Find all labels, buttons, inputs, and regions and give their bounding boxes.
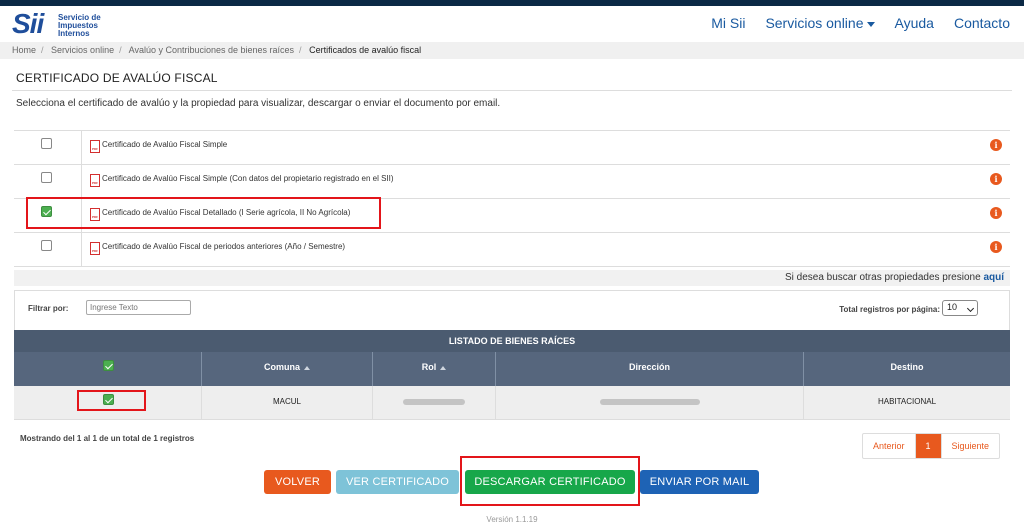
highlight-selected-row	[77, 390, 146, 411]
select-all-checkbox[interactable]	[103, 360, 114, 371]
info-icon[interactable]: i	[990, 173, 1002, 185]
certificate-label: Certificado de Avalúo Fiscal Simple	[102, 140, 228, 149]
info-icon[interactable]: i	[990, 241, 1002, 253]
pdf-icon	[90, 140, 100, 153]
nav-contacto[interactable]: Contacto	[954, 15, 1010, 31]
divider	[12, 90, 1012, 91]
records-info: Mostrando del 1 al 1 de un total de 1 re…	[20, 434, 195, 443]
select-all-header	[14, 352, 202, 386]
cell-rol-redacted	[373, 386, 496, 420]
filter-label: Filtrar por:	[28, 304, 69, 313]
column-direccion[interactable]: Dirección	[496, 352, 804, 386]
nav-servicios-online[interactable]: Servicios online	[765, 15, 875, 31]
pdf-icon	[90, 242, 100, 255]
highlight-selected-certificate	[26, 197, 381, 229]
logo-mark: Sii	[12, 8, 44, 39]
info-icon[interactable]: i	[990, 207, 1002, 219]
certificate-label: Certificado de Avalúo Fiscal de periodos…	[102, 242, 346, 251]
volver-button[interactable]: VOLVER	[264, 470, 331, 494]
site-header: Sii Servicio de Impuestos Internos Mi Si…	[0, 6, 1024, 42]
pager-previous[interactable]: Anterior	[863, 434, 915, 458]
certificate-checkbox[interactable]	[41, 240, 52, 251]
certificate-label: Certificado de Avalúo Fiscal Simple (Con…	[102, 174, 394, 183]
pdf-icon	[90, 174, 100, 187]
breadcrumb: Home / Servicios online / Avalúo y Contrib…	[0, 42, 1024, 59]
cell-direccion-redacted	[496, 386, 804, 420]
cell-comuna: MACUL	[202, 386, 373, 420]
certificate-row[interactable]: Certificado de Avalúo Fiscal Simple (Con…	[14, 165, 1010, 199]
breadcrumb-servicios[interactable]: Servicios online	[51, 45, 114, 55]
cell-destino: HABITACIONAL	[804, 386, 1010, 420]
filter-input[interactable]	[86, 300, 191, 315]
pager-next[interactable]: Siguiente	[942, 434, 1000, 458]
search-hint: Si desea buscar otras propiedades presio…	[14, 270, 1010, 286]
column-comuna[interactable]: Comuna	[202, 352, 373, 386]
column-destino[interactable]: Destino	[804, 352, 1010, 386]
page-title: CERTIFICADO DE AVALÚO FISCAL	[16, 71, 218, 85]
nav-ayuda[interactable]: Ayuda	[895, 15, 934, 31]
per-page-select[interactable]: 10	[942, 300, 978, 316]
breadcrumb-home[interactable]: Home	[12, 45, 36, 55]
per-page-label: Total registros por página:	[839, 305, 940, 314]
column-rol[interactable]: Rol	[373, 352, 496, 386]
sort-icon	[440, 365, 447, 370]
certificate-checkbox[interactable]	[41, 138, 52, 149]
main-nav: Mi Sii Servicios online Ayuda Contacto	[711, 15, 1010, 31]
certificate-row[interactable]: Certificado de Avalúo Fiscal de periodos…	[14, 233, 1010, 267]
page-subtitle: Selecciona el certificado de avalúo y la…	[16, 98, 501, 109]
logo-text: Servicio de Impuestos Internos	[58, 13, 101, 38]
ver-certificado-button[interactable]: VER CERTIFICADO	[336, 470, 459, 494]
sort-icon	[304, 365, 310, 370]
enviar-por-mail-button[interactable]: ENVIAR POR MAIL	[640, 470, 759, 494]
certificate-checkbox[interactable]	[41, 172, 52, 183]
breadcrumb-avaluo[interactable]: Avalúo y Contribuciones de bienes raíces	[129, 45, 294, 55]
sii-logo[interactable]: Sii Servicio de Impuestos Internos	[12, 10, 122, 42]
chevron-down-icon	[966, 304, 975, 313]
info-icon[interactable]: i	[990, 139, 1002, 151]
breadcrumb-current: Certificados de avalúo fiscal	[309, 45, 422, 55]
chevron-down-icon	[866, 21, 875, 27]
pager-page-1[interactable]: 1	[914, 434, 942, 458]
certificate-row[interactable]: Certificado de Avalúo Fiscal Simple i	[14, 131, 1010, 165]
highlight-download-button	[460, 456, 640, 506]
nav-mi-sii[interactable]: Mi Sii	[711, 15, 745, 31]
version-label: Versión 1.1.19	[486, 515, 538, 524]
search-here-link[interactable]: aquí	[983, 272, 1004, 283]
table-title: LISTADO DE BIENES RAÍCES	[14, 330, 1010, 352]
pagination: Anterior 1 Siguiente	[862, 433, 1001, 459]
